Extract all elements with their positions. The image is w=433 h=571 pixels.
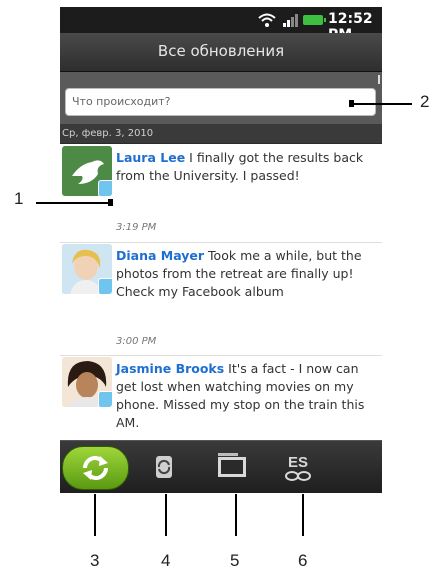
bottom-toolbar: ES (60, 440, 382, 493)
link-shortener-icon: ES (285, 454, 311, 481)
callout-line-2 (350, 103, 412, 105)
status-bar: 12:52 PM (60, 7, 382, 43)
callout-4: 4 (161, 551, 171, 570)
photo-upload-icon (218, 453, 246, 477)
message-text: Laura Lee I finally got the results back… (116, 149, 378, 185)
signal-icon (283, 14, 298, 27)
callout-line-3 (94, 494, 96, 536)
message-text: Diana Mayer Took me a while, but the pho… (116, 247, 378, 301)
twitter-icon (98, 278, 112, 294)
callout-3: 3 (90, 551, 100, 570)
list-item[interactable]: Laura Lee I finally got the results back… (60, 144, 382, 243)
list-item[interactable]: Jasmine Brooks It's a fact - I now can g… (60, 355, 382, 440)
wifi-icon (258, 13, 276, 27)
title-bar: Все обновления (60, 33, 382, 72)
twitter-icon (98, 180, 112, 196)
battery-icon (303, 15, 326, 25)
compose-input[interactable]: Что происходит? (65, 88, 376, 116)
callout-6: 6 (298, 551, 308, 570)
author-name[interactable]: Jasmine Brooks (116, 361, 224, 376)
callout-line-1 (36, 202, 108, 204)
page-title: Все обновления (157, 42, 285, 60)
refresh-icon (83, 456, 108, 480)
timestamp: 3:19 PM (116, 222, 157, 233)
callout-line-6 (302, 494, 304, 536)
sync-icon (156, 456, 172, 478)
twitter-icon (98, 391, 112, 407)
link-shortener-button[interactable]: ES (278, 447, 318, 487)
sync-button[interactable] (144, 447, 184, 487)
callout-line-4 (165, 494, 167, 536)
date-header: Ср, февр. 3, 2010 (60, 124, 382, 143)
scroll-indicator (378, 75, 380, 84)
feed-list[interactable]: Laura Lee I finally got the results back… (60, 144, 382, 440)
callout-5: 5 (230, 551, 240, 570)
avatar (62, 244, 112, 294)
callout-dot-2 (349, 100, 354, 107)
compose-area: Что происходит? (60, 72, 382, 124)
svg-text:ES: ES (288, 454, 308, 471)
timestamp: 3:00 PM (116, 336, 157, 347)
callout-dot-1 (108, 199, 113, 206)
list-item[interactable]: Diana Mayer Took me a while, but the pho… (60, 242, 382, 356)
photo-upload-button[interactable] (212, 447, 252, 487)
callout-2: 2 (420, 92, 430, 111)
author-name[interactable]: Diana Mayer (116, 248, 204, 263)
message-text: Jasmine Brooks It's a fact - I now can g… (116, 360, 378, 432)
phone-screen: 12:52 PM Все обновления Что происходит? … (60, 7, 382, 493)
refresh-button[interactable] (62, 446, 129, 490)
callout-1: 1 (14, 189, 24, 208)
avatar (62, 357, 112, 407)
callout-line-5 (235, 494, 237, 536)
author-name[interactable]: Laura Lee (116, 150, 185, 165)
avatar (62, 146, 112, 196)
